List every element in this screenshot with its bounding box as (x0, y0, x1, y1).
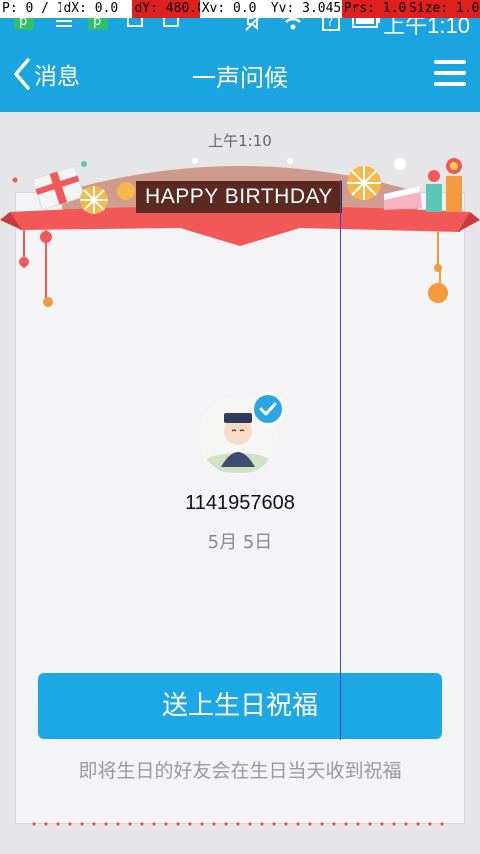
checkmark-icon (259, 402, 277, 416)
friend-id: 1141957608 (185, 492, 295, 514)
debug-prs: Prs: 1.0 (341, 0, 408, 18)
banner-title: HAPPY BIRTHDAY (136, 181, 342, 213)
page-title: 一声问候 (192, 64, 288, 92)
birthday-banner-decoration (0, 158, 480, 307)
card-bottom-dotted-edge (28, 822, 452, 826)
debug-yv: Yv: 3.045 (268, 0, 342, 18)
menu-button[interactable] (434, 60, 466, 88)
message-timestamp: 上午1:10 (208, 132, 272, 150)
debug-xv: Xv: 0.0 (199, 0, 269, 18)
pointer-debug-overlay: P: 0 / 1 dX: 0.0 dY: 480.0 Xv: 0.0 Yv: 3… (0, 0, 480, 18)
verified-badge (251, 392, 285, 426)
debug-pointer: P: 0 / 1 (0, 0, 62, 18)
hamburger-icon (434, 60, 466, 64)
birthday-date: 5月 5日 (207, 532, 273, 553)
birthday-hint: 即将生日的好友会在生日当天收到祝福 (78, 760, 402, 782)
debug-dx: dX: 0.0 (61, 0, 133, 18)
debug-dy: dY: 480.0 (132, 0, 200, 18)
touch-trace-line (340, 180, 341, 740)
friend-avatar[interactable] (199, 392, 285, 479)
title-bar: 消息 一声问候 (0, 38, 480, 112)
send-birthday-wish-button[interactable]: 送上生日祝福 (38, 673, 442, 739)
debug-size: Size: 1.0 (407, 0, 480, 18)
